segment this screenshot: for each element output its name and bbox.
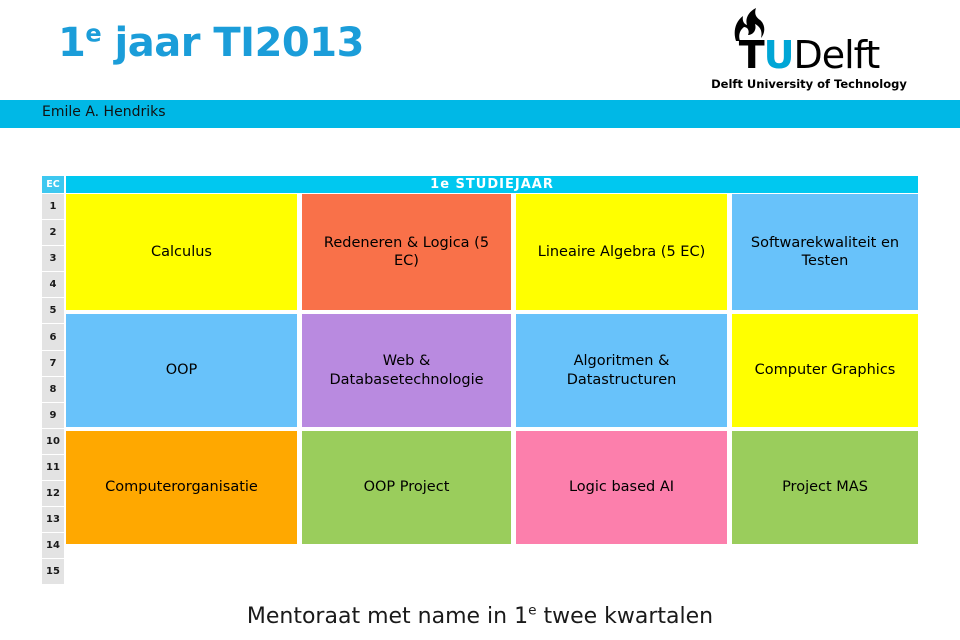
footer-caption: Mentoraat met name in 1e twee kwartalen [0, 604, 960, 629]
course-cell-algoritmen-datastructuren[interactable]: Algoritmen & Datastructuren [516, 314, 727, 427]
ec-row-10: 10 [42, 428, 64, 454]
page-title-superscript: e [85, 19, 102, 48]
page-title-main: 1 [58, 20, 86, 66]
course-band-quarter-1: Calculus Redeneren & Logica (5 EC) Linea… [66, 194, 918, 310]
footer-caption-post: twee kwartalen [536, 604, 714, 629]
ec-row-11: 11 [42, 454, 64, 481]
course-cell-calculus[interactable]: Calculus [66, 194, 297, 310]
tudelft-logo: TUDelft Delft University of Technology [704, 8, 914, 91]
ec-row-6: 6 [42, 324, 64, 350]
logo-word-delft: Delft [793, 33, 880, 77]
footer-caption-pre: Mentoraat met name in 1 [246, 604, 529, 629]
ec-row-12: 12 [42, 481, 64, 507]
ec-row-15: 15 [42, 559, 64, 585]
page-title: 1e jaar TI2013 [58, 20, 364, 66]
course-cell-project-mas[interactable]: Project MAS [732, 431, 918, 544]
ec-row-3: 3 [42, 246, 64, 272]
ec-column-header: EC [42, 176, 64, 193]
ec-row-14: 14 [42, 533, 64, 559]
course-cell-oop[interactable]: OOP [66, 314, 297, 427]
ec-row-7: 7 [42, 350, 64, 376]
page-title-rest: jaar TI2013 [101, 20, 365, 66]
course-cell-oop-project[interactable]: OOP Project [302, 431, 511, 544]
course-cell-computer-graphics[interactable]: Computer Graphics [732, 314, 918, 427]
course-cell-lineaire-algebra[interactable]: Lineaire Algebra (5 EC) [516, 194, 727, 310]
ec-row-2: 2 [42, 220, 64, 246]
course-cell-redeneren-logica[interactable]: Redeneren & Logica (5 EC) [302, 194, 511, 310]
ec-row-5: 5 [42, 298, 64, 324]
study-year-header: 1e STUDIEJAAR [66, 176, 918, 193]
course-cell-web-database[interactable]: Web & Databasetechnologie [302, 314, 511, 427]
ec-row-8: 8 [42, 376, 64, 402]
course-cell-softwarekwaliteit[interactable]: Softwarekwaliteit en Testen [732, 194, 918, 310]
course-cell-computerorganisatie[interactable]: Computerorganisatie [66, 431, 297, 544]
ec-column: EC 1 2 3 4 5 6 7 8 9 10 11 12 13 14 15 [42, 176, 64, 585]
author-name: Emile A. Hendriks [42, 104, 166, 120]
logo-letter-u: U [763, 33, 795, 77]
ec-row-4: 4 [42, 272, 64, 298]
ec-row-9: 9 [42, 402, 64, 428]
ec-row-13: 13 [42, 507, 64, 533]
tudelft-logo-subtitle: Delft University of Technology [711, 77, 907, 91]
course-grid: 1e STUDIEJAAR Calculus Redeneren & Logic… [66, 176, 918, 548]
logo-letter-t: T [738, 33, 765, 77]
course-band-quarter-3: Computerorganisatie OOP Project Logic ba… [66, 431, 918, 544]
schedule-table: EC 1 2 3 4 5 6 7 8 9 10 11 12 13 14 15 1… [42, 176, 918, 585]
course-band-quarter-2: OOP Web & Databasetechnologie Algoritmen… [66, 314, 918, 427]
ec-row-1: 1 [42, 194, 64, 220]
course-cell-logic-based-ai[interactable]: Logic based AI [516, 431, 727, 544]
